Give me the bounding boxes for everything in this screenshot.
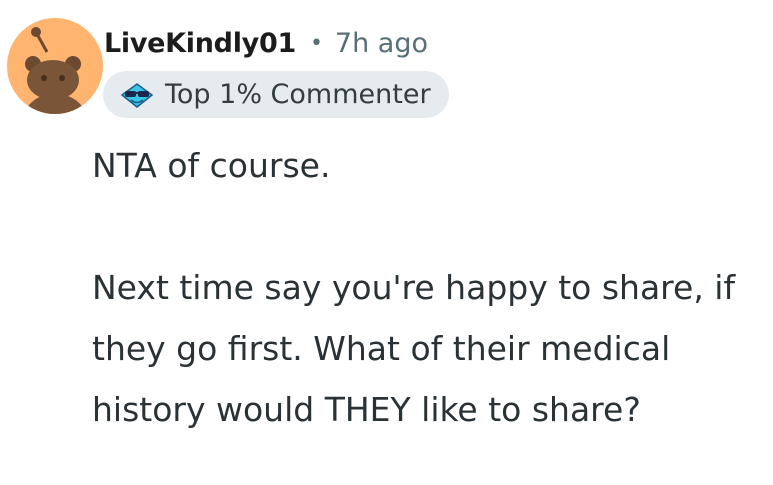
separator-dot: •	[309, 30, 323, 56]
snoo-avatar-icon	[25, 27, 85, 114]
user-avatar[interactable]	[7, 18, 103, 114]
comment: LiveKindly01 • 7h ago Top 1% Commenter N…	[0, 0, 773, 485]
username-link[interactable]: LiveKindly01	[104, 28, 296, 59]
user-flair-badge: Top 1% Commenter	[103, 71, 449, 118]
sunglasses-emoji-icon	[119, 81, 155, 109]
comment-paragraph: Next time say you're happy to share, if …	[92, 268, 736, 429]
flair-label: Top 1% Commenter	[165, 79, 431, 110]
comment-paragraph: NTA of course.	[92, 146, 331, 185]
timestamp[interactable]: 7h ago	[335, 28, 428, 59]
comment-header: LiveKindly01 • 7h ago	[104, 20, 428, 66]
comment-body: NTA of course. Next time say you're happ…	[92, 135, 762, 440]
